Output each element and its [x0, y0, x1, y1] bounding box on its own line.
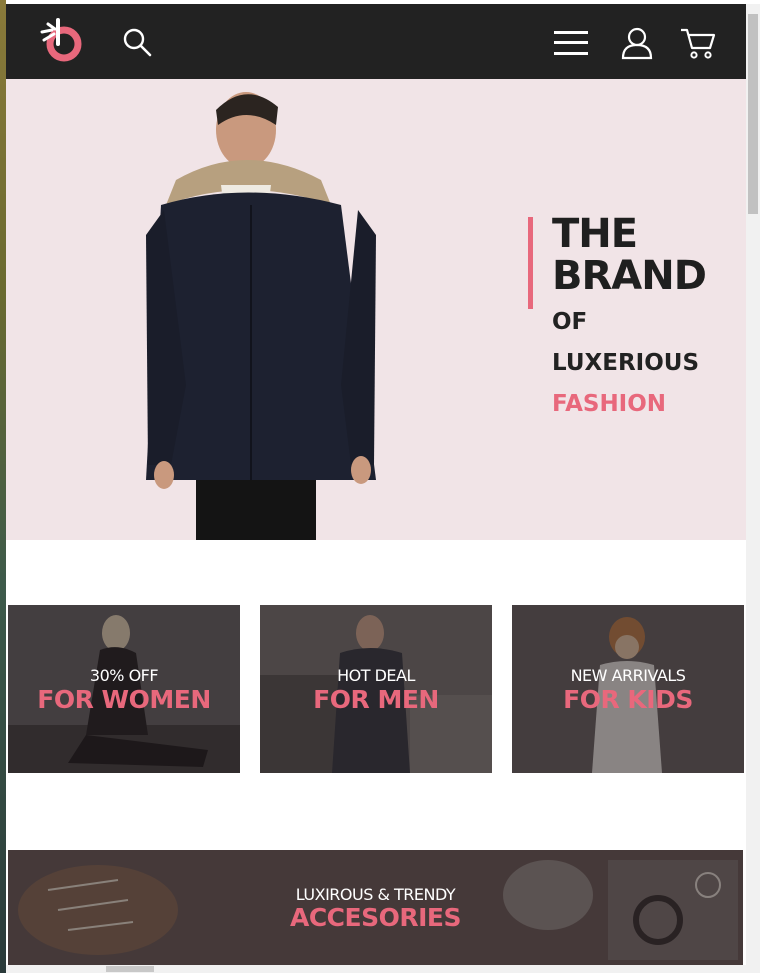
hero-title-the: THE: [552, 211, 638, 257]
hero-model-image: [146, 92, 376, 540]
promo-kids-top: NEW ARRIVALS: [570, 666, 686, 685]
horizontal-scrollbar[interactable]: [6, 965, 746, 973]
hero-subtitle-fashion: FASHION: [552, 391, 667, 417]
accessories-banner[interactable]: LUXIROUS & TRENDY ACCESORIES: [8, 850, 743, 970]
hero-subtitle-luxerious: LUXERIOUS: [552, 350, 700, 376]
brand-logo[interactable]: [36, 18, 84, 64]
promo-tile-men[interactable]: HOT DEAL FOR MEN: [260, 605, 492, 773]
hero-accent-bar: [528, 217, 533, 309]
banner-top: LUXIROUS & TRENDY: [295, 885, 456, 904]
promo-men-label: FOR MEN: [313, 685, 439, 714]
vertical-scrollbar[interactable]: [746, 4, 760, 973]
promo-women-top: 30% OFF: [89, 666, 159, 685]
promo-tile-women[interactable]: 30% OFF FOR WOMEN: [8, 605, 240, 773]
site-header: [6, 4, 746, 79]
banner-label: ACCESORIES: [289, 903, 462, 932]
promo-men-top: HOT DEAL: [337, 666, 415, 685]
promo-kids-label: FOR KIDS: [563, 685, 693, 714]
browser-viewport: THE BRAND OF LUXERIOUS FASHION 30% OFF F…: [6, 0, 760, 973]
hero-subtitle-of: OF: [552, 309, 588, 335]
user-icon[interactable]: [621, 26, 653, 60]
scrollbar-thumb[interactable]: [748, 14, 758, 214]
hero-banner: THE BRAND OF LUXERIOUS FASHION: [6, 79, 746, 540]
cart-icon[interactable]: [680, 26, 716, 60]
promo-tile-kids[interactable]: NEW ARRIVALS FOR KIDS: [512, 605, 744, 773]
promo-women-label: FOR WOMEN: [37, 685, 211, 714]
search-icon[interactable]: [121, 26, 153, 58]
hero-title-brand: BRAND: [552, 253, 707, 299]
horizontal-scrollbar-thumb[interactable]: [106, 966, 154, 972]
menu-icon[interactable]: [554, 30, 588, 56]
